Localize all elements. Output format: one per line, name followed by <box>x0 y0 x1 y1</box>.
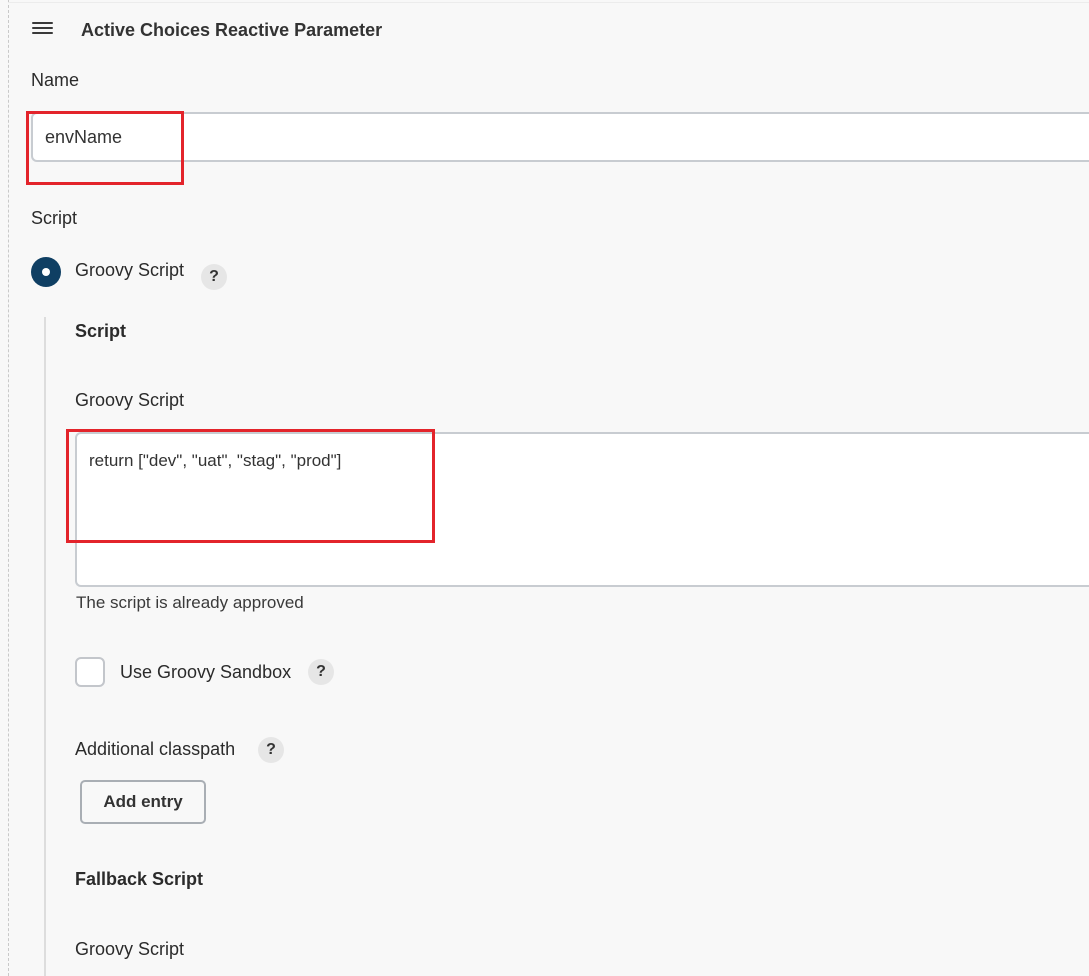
script-subsection-title: Script <box>75 321 127 341</box>
groovy-script-textarea[interactable]: return ["dev", "uat", "stag", "prod"] <box>75 432 1089 587</box>
approval-status-text: The script is already approved <box>76 593 304 612</box>
additional-classpath-label: Additional classpath <box>75 739 236 759</box>
drag-handle-icon[interactable] <box>32 22 53 38</box>
help-icon-groovy-script[interactable]: ? <box>201 264 227 290</box>
help-icon-sandbox[interactable]: ? <box>308 659 334 685</box>
parameter-type-title: Active Choices Reactive Parameter <box>81 20 383 40</box>
top-divider <box>8 2 1089 3</box>
fallback-script-title: Fallback Script <box>75 869 204 889</box>
name-input[interactable] <box>31 112 1089 162</box>
fallback-groovy-script-label: Groovy Script <box>75 939 185 959</box>
help-icon-classpath[interactable]: ? <box>258 737 284 763</box>
script-label: Script <box>31 208 78 228</box>
groovy-script-radio[interactable] <box>31 257 61 287</box>
nested-section-rule <box>44 317 46 976</box>
groovy-script-radio-label[interactable]: Groovy Script <box>75 260 184 281</box>
name-label: Name <box>31 70 80 90</box>
groovy-script-label: Groovy Script <box>75 390 185 410</box>
parameter-config-panel: Active Choices Reactive Parameter Name S… <box>0 0 1089 976</box>
repeatable-border <box>8 0 9 976</box>
use-groovy-sandbox-label[interactable]: Use Groovy Sandbox <box>120 662 291 683</box>
use-groovy-sandbox-checkbox[interactable] <box>75 657 105 687</box>
add-entry-button[interactable]: Add entry <box>80 780 206 824</box>
